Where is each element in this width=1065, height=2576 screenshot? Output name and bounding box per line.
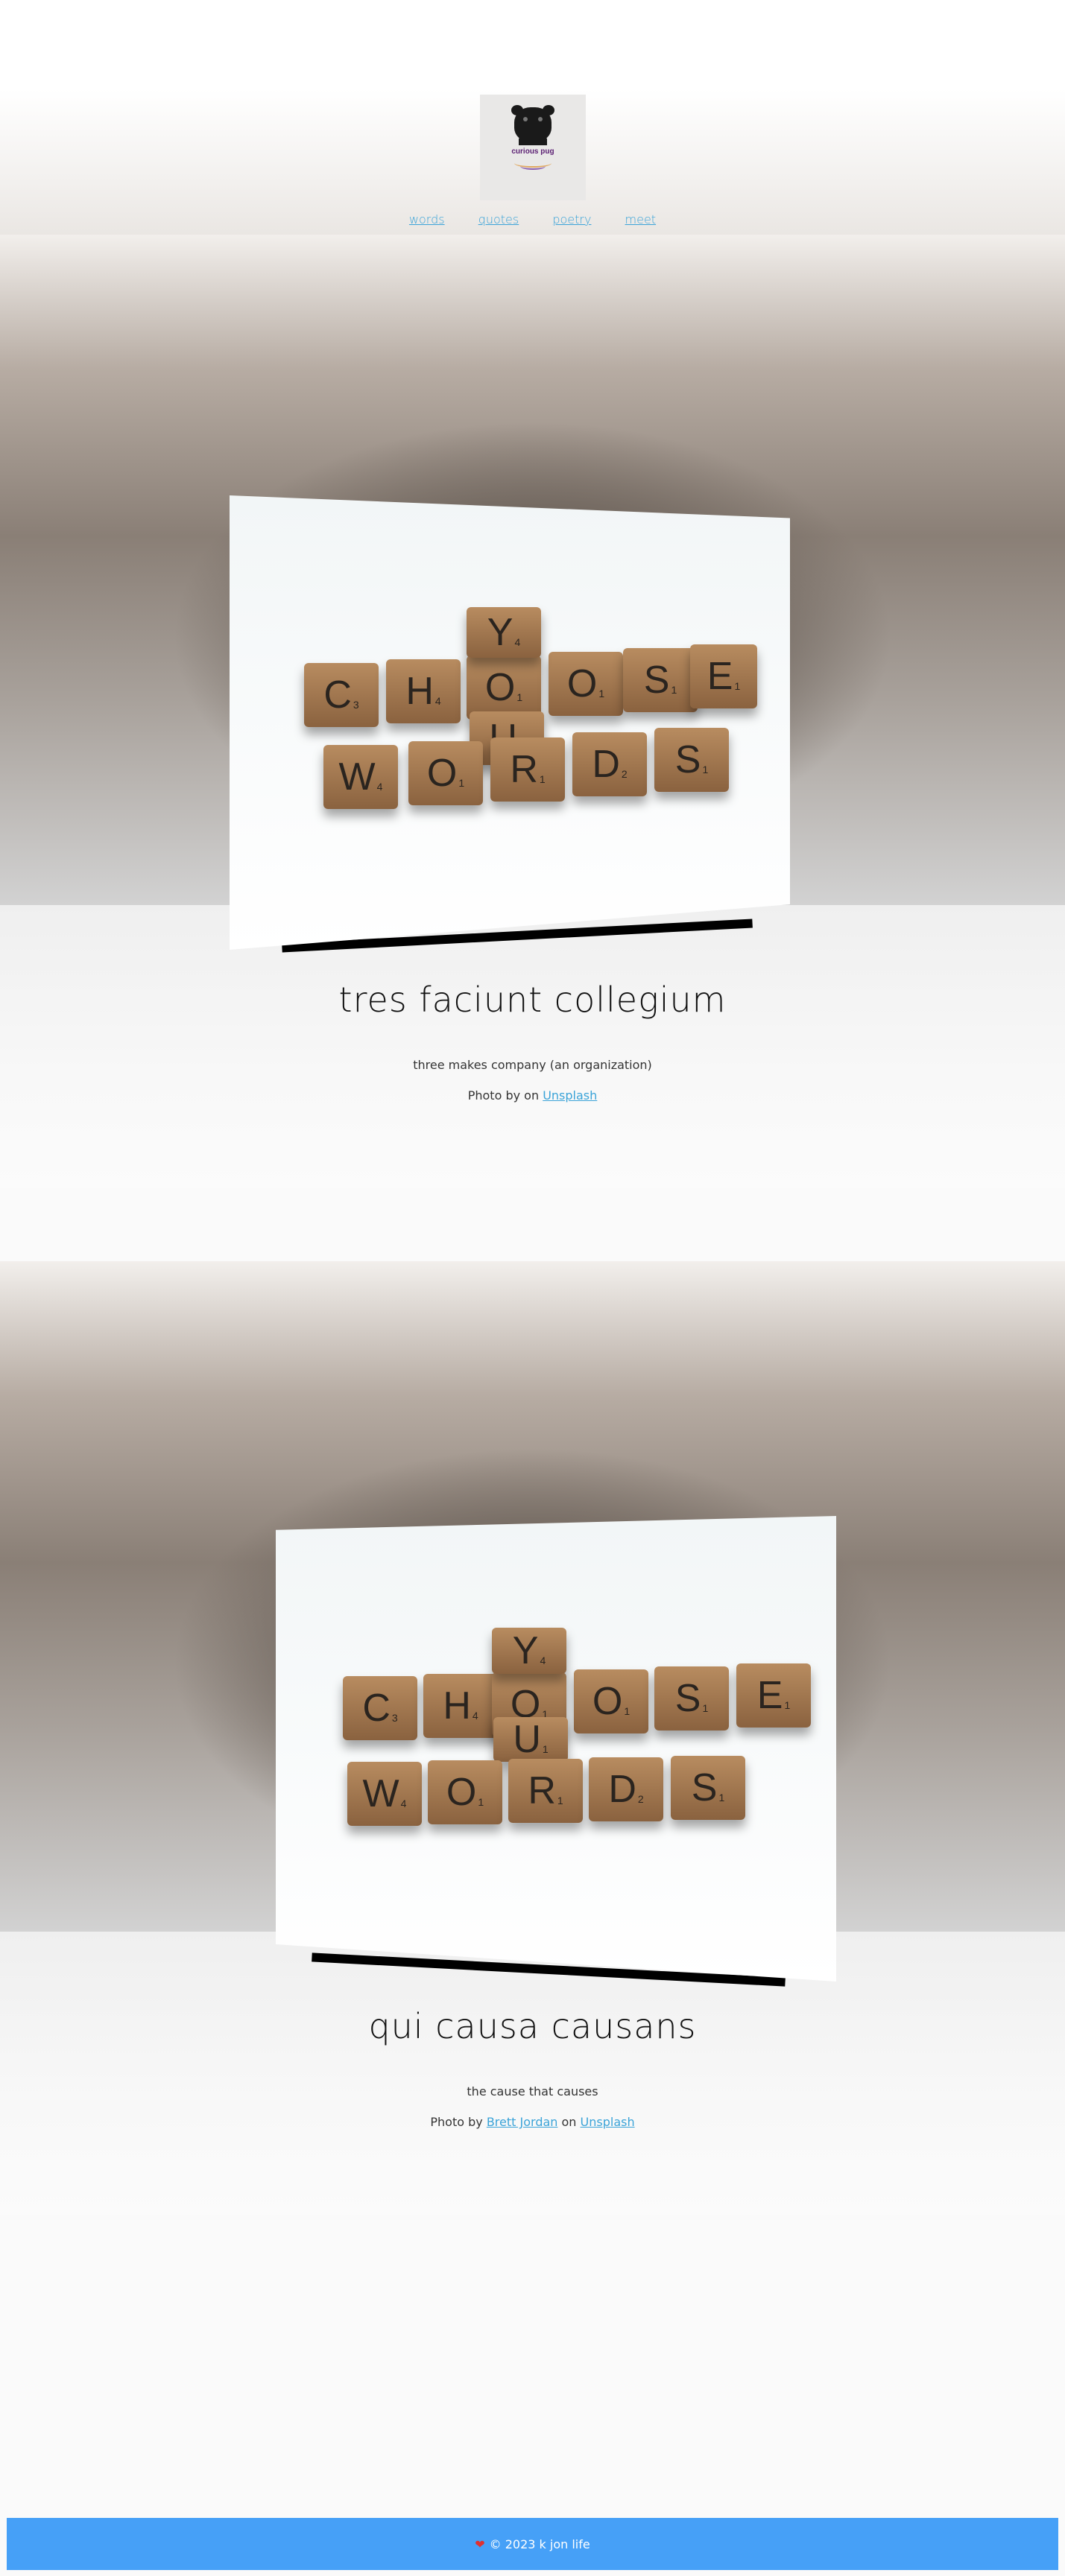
- quote-title: tres faciunt collegium: [338, 980, 727, 1020]
- nav-link-quotes[interactable]: quotes: [478, 212, 519, 226]
- pug-eye-icon: [523, 117, 528, 121]
- section-floor: [0, 1932, 1065, 2215]
- scrabble-tiles-image: C3 H4 O1 O1 S1 E1 Y4 U1 W4 O1 R1 D2 S1: [230, 495, 790, 950]
- nav-link-meet[interactable]: meet: [625, 212, 657, 226]
- quote-section-2: C3 H4 O1 O1 S1 E1 Y4 U1 W4 O1 R1 D2 S1 q…: [0, 1261, 1065, 2215]
- site-footer: ❤ © 2023 k jon life: [7, 2518, 1058, 2570]
- photo-credit: Photo by Brett Jordan on Unsplash: [0, 2115, 1065, 2129]
- pug-body-icon: [519, 136, 547, 145]
- curious-pug-logo[interactable]: curious pug: [480, 95, 586, 200]
- credit-middle: on: [561, 2115, 577, 2129]
- unsplash-link[interactable]: Unsplash: [543, 1088, 597, 1103]
- site-header: curious pug words quotes poetry meet: [0, 0, 1065, 253]
- heart-icon: ❤: [475, 2537, 485, 2551]
- credit-prefix: Photo by: [467, 1088, 521, 1103]
- credit-prefix: Photo by: [430, 2115, 483, 2129]
- quote-translation: the cause that causes: [467, 2084, 598, 2098]
- logo-swirl-icon: [520, 162, 546, 170]
- pug-eye-icon: [538, 117, 543, 121]
- nav-link-poetry[interactable]: poetry: [552, 212, 591, 226]
- section-floor: [0, 905, 1065, 1188]
- quote-title: qui causa causans: [368, 2006, 697, 2046]
- footer-copyright: © 2023 k jon life: [489, 2537, 590, 2551]
- main-nav: words quotes poetry meet: [0, 212, 1065, 226]
- photographer-link[interactable]: Brett Jordan: [487, 2115, 558, 2129]
- scrabble-tiles-image: C3 H4 O1 O1 S1 E1 Y4 U1 W4 O1 R1 D2 S1: [276, 1516, 836, 1982]
- credit-middle: on: [524, 1088, 540, 1103]
- photo-credit: Photo by on Unsplash: [0, 1088, 1065, 1103]
- unsplash-link[interactable]: Unsplash: [581, 2115, 635, 2129]
- scrabble-photo: C3 H4 O1 O1 S1 E1 Y4 U1 W4 O1 R1 D2 S1: [230, 495, 790, 950]
- quote-section-1: C3 H4 O1 O1 S1 E1 Y4 U1 W4 O1 R1 D2 S1 t…: [0, 235, 1065, 1188]
- scrabble-photo: C3 H4 O1 O1 S1 E1 Y4 U1 W4 O1 R1 D2 S1: [276, 1516, 836, 1982]
- logo-text: curious pug: [511, 147, 554, 156]
- nav-link-words[interactable]: words: [409, 212, 445, 226]
- quote-translation: three makes company (an organization): [413, 1058, 652, 1072]
